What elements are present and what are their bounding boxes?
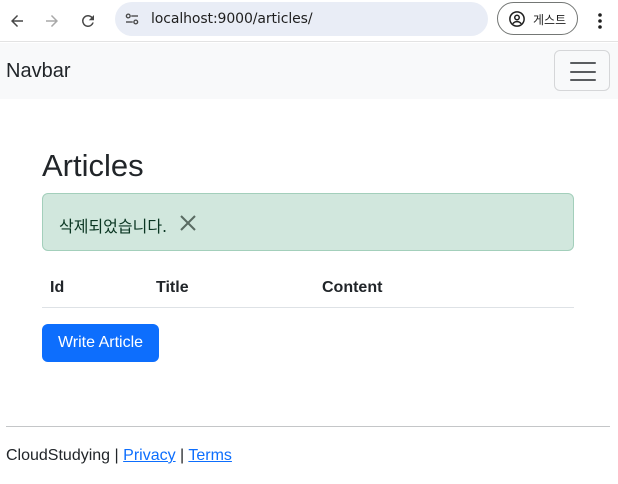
footer-separator: |: [180, 447, 185, 464]
profile-label: 게스트: [533, 13, 567, 27]
articles-table: Id Title Content: [42, 268, 574, 308]
write-article-button[interactable]: Write Article: [42, 324, 159, 362]
navbar-toggler-button[interactable]: [554, 50, 610, 91]
footer-separator: |: [114, 447, 119, 464]
url-text: localhost:9000/articles/: [151, 11, 313, 27]
alert-message: 삭제되었습니다.: [59, 217, 168, 236]
profile-icon: [509, 11, 525, 27]
success-alert: 삭제되었습니다.: [42, 193, 574, 251]
back-button[interactable]: [5, 9, 29, 33]
hamburger-icon: [570, 62, 596, 81]
page-title: Articles: [42, 148, 144, 183]
address-bar[interactable]: localhost:9000/articles/: [115, 2, 488, 36]
footer-brand: CloudStudying: [6, 447, 111, 464]
more-menu-icon: [598, 13, 602, 29]
back-arrow-icon: [11, 15, 23, 27]
site-info-icon[interactable]: [123, 10, 141, 28]
navbar-brand[interactable]: Navbar: [6, 60, 70, 83]
terms-link[interactable]: Terms: [188, 447, 232, 464]
close-icon[interactable]: [179, 214, 197, 232]
forward-arrow-icon: [46, 15, 58, 27]
table-header-title: Title: [156, 279, 189, 296]
reload-button[interactable]: [76, 9, 100, 33]
browser-toolbar: localhost:9000/articles/ 게스트: [0, 0, 618, 42]
more-menu-button[interactable]: [590, 9, 610, 33]
footer-divider: [6, 426, 610, 427]
privacy-link[interactable]: Privacy: [123, 447, 175, 464]
forward-button[interactable]: [40, 9, 64, 33]
table-header-id: Id: [50, 279, 65, 296]
profile-button[interactable]: 게스트: [497, 2, 578, 35]
page-navbar: Navbar: [0, 43, 618, 99]
table-header-content: Content: [322, 279, 383, 296]
reload-icon: [82, 14, 94, 27]
footer: CloudStudying | Privacy | Terms: [6, 447, 232, 465]
